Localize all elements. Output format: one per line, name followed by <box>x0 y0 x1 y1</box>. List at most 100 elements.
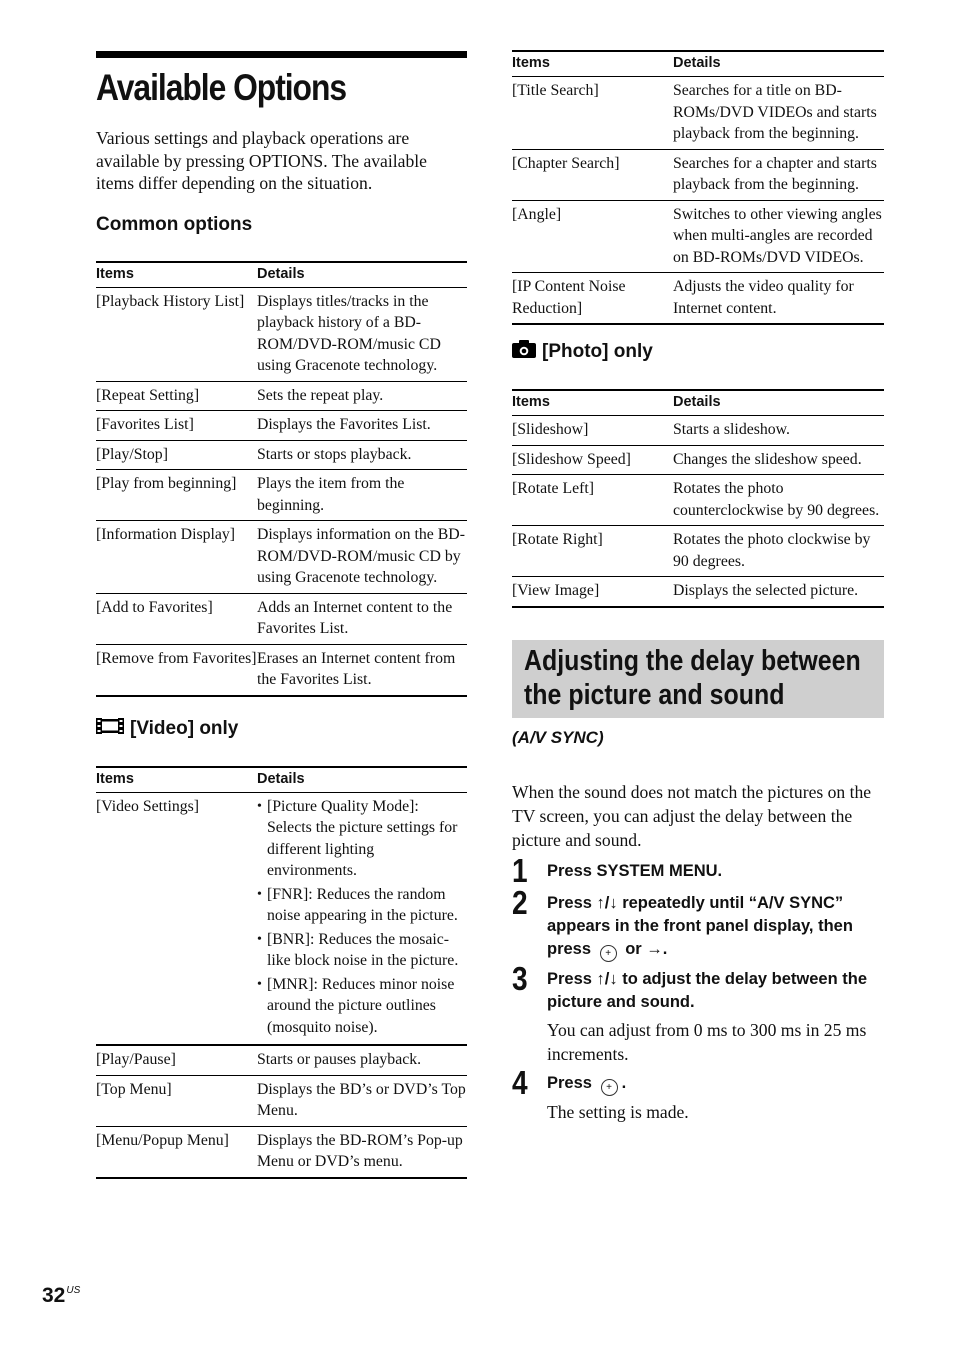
step-2: 2 Press ↑/↓ repeatedly until “A/V SYNC” … <box>512 883 884 962</box>
step-instruction-text: Press <box>547 1073 592 1092</box>
details-cell: Starts or stops playback. <box>257 440 467 470</box>
video-only-heading: [Video] only <box>96 717 467 742</box>
step-number: 2 <box>512 883 528 921</box>
item-cell: [Play from beginning] <box>96 469 257 521</box>
enter-button-icon: + <box>600 1078 618 1096</box>
details-cell: Sets the repeat play. <box>257 381 467 411</box>
step-note: The setting is made. <box>547 1101 689 1122</box>
item-cell: [Add to Favorites] <box>96 593 257 645</box>
common-options-heading-text: Common options <box>96 213 253 235</box>
video-settings-list: [Picture Quality Mode]: Selects the pict… <box>257 796 467 1039</box>
details-cell: Changes the slideshow speed. <box>673 445 884 475</box>
photo-only-heading: [Photo] only <box>512 339 884 365</box>
details-cell: Displays the selected picture. <box>673 576 884 608</box>
table-row: [Play from beginning] Plays the item from… <box>96 469 467 521</box>
item-cell: [Slideshow] <box>512 415 673 446</box>
item-cell: [Information Display] <box>96 520 257 594</box>
step-1: 1 Press SYSTEM MENU. <box>512 851 884 889</box>
table-row: [Information Display] Displays informatio… <box>96 520 467 594</box>
item-cell: [Rotate Left] <box>512 474 673 526</box>
details-cell: Adjusts the video quality for Internet c… <box>673 272 884 325</box>
right-column: Items Details [Title Search] Searches for… <box>512 50 884 1124</box>
intro-paragraph: Various settings and playback operations… <box>96 128 427 193</box>
table-row: [Top Menu] Displays the BD’s or DVD’s Top… <box>96 1075 467 1127</box>
details-cell: Displays the BD-ROM’s Pop-up Menu or DVD… <box>257 1126 467 1179</box>
item-cell: [Angle] <box>512 200 673 273</box>
table-row: [Play/Stop] Starts or stops playback. <box>96 440 467 470</box>
video-only-heading-text: [Video] only <box>130 718 239 739</box>
common-options-table: Items Details [Playback History List] Dis… <box>96 260 467 697</box>
item-cell: [Slideshow Speed] <box>512 445 673 475</box>
step-instruction-text-end: . <box>621 1073 627 1092</box>
page-number: 32US <box>42 1284 80 1308</box>
step-instruction-text-end: or →. <box>625 939 668 958</box>
item-cell: [Repeat Setting] <box>96 381 257 411</box>
table-row: [Title Search] Searches for a title on BD… <box>512 76 884 150</box>
bullet-mnr: [MNR]: Reduces minor noise around the pi… <box>257 974 467 1039</box>
item-cell: [Rotate Right] <box>512 525 673 577</box>
details-cell: Erases an Internet content from the Favo… <box>257 644 467 697</box>
item-cell: [IP Content Noise Reduction] <box>512 272 673 325</box>
page-region: US <box>66 1285 81 1296</box>
details-header: Details <box>257 260 467 288</box>
table-header-row: Items Details <box>512 50 884 77</box>
details-cell: Plays the item from the beginning. <box>257 469 467 521</box>
step-number: 3 <box>512 959 528 997</box>
items-header: Items <box>512 389 673 416</box>
table-row: [Video Settings] [Picture Quality Mode]:… <box>96 792 467 1046</box>
camera-icon <box>512 339 536 365</box>
table-row: [Angle] Switches to other viewing angles … <box>512 200 884 273</box>
table-row: [Rotate Right] Rotates the photo clockwis… <box>512 525 884 577</box>
table-row: [View Image] Displays the selected pictur… <box>512 576 884 608</box>
photo-only-heading-text: [Photo] only <box>542 341 653 362</box>
table-row: [IP Content Noise Reduction] Adjusts the … <box>512 272 884 325</box>
step-3: 3 Press ↑/↓ to adjust the delay between … <box>512 959 884 1066</box>
bullet-picture-quality-mode: [Picture Quality Mode]: Selects the pict… <box>257 796 467 882</box>
video-options-table: Items Details [Video Settings] [Picture … <box>96 765 467 1179</box>
details-cell: Rotates the photo counterclockwise by 90… <box>673 474 884 526</box>
table-row: [Slideshow Speed] Changes the slideshow s… <box>512 445 884 475</box>
details-cell: Searches for a chapter and starts playba… <box>673 149 884 201</box>
step-instruction-text: Press ↑/↓ repeatedly until “A/V SYNC” ap… <box>547 893 853 958</box>
item-cell: [Play/Pause] <box>96 1045 257 1076</box>
step-number: 4 <box>512 1063 528 1101</box>
item-cell: [Remove from Favorites] <box>96 644 257 697</box>
details-cell: [Picture Quality Mode]: Selects the pict… <box>257 792 467 1046</box>
bullet-fnr: [FNR]: Reduces the random noise appearin… <box>257 884 467 927</box>
step-number: 1 <box>512 851 528 889</box>
step-instruction: Press ↑/↓ to adjust the delay between th… <box>547 969 868 1011</box>
item-cell: [Play/Stop] <box>96 440 257 470</box>
details-cell: Starts or pauses playback. <box>257 1045 467 1076</box>
table-header-row: Items Details <box>96 765 467 793</box>
left-column: Available Options Various settings and p… <box>96 51 467 1179</box>
details-cell: Starts a slideshow. <box>673 415 884 446</box>
table-header-row: Items Details <box>96 260 467 288</box>
details-cell: Switches to other viewing angles when mu… <box>673 200 884 273</box>
table-row: [Menu/Popup Menu] Displays the BD-ROM’s P… <box>96 1126 467 1179</box>
item-cell: [Menu/Popup Menu] <box>96 1126 257 1179</box>
video-options-table-continued: Items Details [Title Search] Searches for… <box>512 50 884 325</box>
items-header: Items <box>96 260 257 288</box>
details-cell: Displays information on the BD-ROM/DVD-R… <box>257 520 467 594</box>
av-sync-intro: When the sound does not match the pictur… <box>512 781 872 850</box>
photo-options-table: Items Details [Slideshow] Starts a slides… <box>512 389 884 608</box>
step-4: 4 Press +. The setting is made. <box>512 1063 884 1124</box>
table-row: [Chapter Search] Searches for a chapter a… <box>512 149 884 201</box>
details-header: Details <box>673 50 884 77</box>
item-cell: [Favorites List] <box>96 410 257 441</box>
details-cell: Adds an Internet content to the Favorite… <box>257 593 467 645</box>
film-icon <box>96 717 124 742</box>
items-header: Items <box>96 765 257 793</box>
details-cell: Searches for a title on BD-ROMs/DVD VIDE… <box>673 76 884 150</box>
details-cell: Displays the BD’s or DVD’s Top Menu. <box>257 1075 467 1127</box>
items-header: Items <box>512 50 673 77</box>
table-row: [Rotate Left] Rotates the photo countercl… <box>512 474 884 526</box>
table-row: [Remove from Favorites] Erases an Interne… <box>96 644 467 697</box>
page-number-value: 32 <box>42 1284 66 1307</box>
item-cell: [Chapter Search] <box>512 149 673 201</box>
details-cell: Displays titles/tracks in the playback h… <box>257 287 467 382</box>
banner-line-2: the picture and sound <box>524 678 785 711</box>
item-cell: [Playback History List] <box>96 287 257 382</box>
bullet-bnr: [BNR]: Reduces the mosaic-like block noi… <box>257 929 467 972</box>
page-title: Available Options <box>96 67 347 108</box>
